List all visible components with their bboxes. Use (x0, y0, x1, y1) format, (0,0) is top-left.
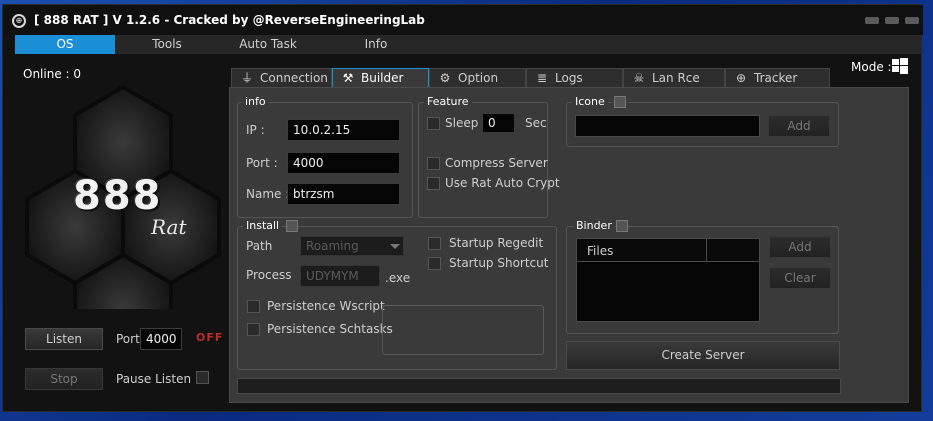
tab-option[interactable]: ⚙ Option (429, 68, 526, 88)
plug-icon: ⏚ (240, 71, 253, 85)
binder-group-title: Binder (573, 220, 615, 232)
exe-label: .exe (385, 271, 411, 285)
skull-icon: ☠ (633, 71, 645, 85)
binder-enable-checkbox[interactable] (616, 220, 628, 232)
server-port-label: Port : (246, 156, 278, 170)
pause-listen-checkbox[interactable] (196, 371, 209, 384)
name-label: Name : (246, 187, 290, 201)
database-icon: ≣ (536, 71, 548, 85)
startup-regedit-label: Startup Regedit (449, 236, 544, 250)
menu-tools[interactable]: Tools (115, 35, 219, 54)
window-title: [ 888 RAT ] V 1.2.6 - Cracked by @Revers… (34, 13, 425, 27)
tab-label: Builder (361, 71, 404, 85)
menu-info[interactable]: Info (331, 35, 421, 54)
install-enable-checkbox[interactable] (286, 220, 298, 232)
install-group-title: Install (243, 220, 283, 232)
menu-auto-task[interactable]: Auto Task (219, 35, 317, 54)
server-port-input[interactable]: 4000 (287, 152, 400, 174)
chevron-down-icon (390, 244, 400, 249)
startup-shortcut-label: Startup Shortcut (449, 256, 549, 270)
feature-group-title: Feature (424, 96, 472, 108)
name-input[interactable]: btrzsm (287, 183, 400, 205)
globe-icon: ⊕ (735, 71, 747, 85)
compress-server-label: Compress Server (445, 156, 548, 170)
process-label: Process (246, 268, 292, 282)
tab-connection[interactable]: ⏚ Connection (231, 68, 332, 88)
icone-enable-checkbox[interactable] (614, 96, 626, 108)
tab-label: Lan Rce (652, 71, 700, 85)
tab-logs[interactable]: ≣ Logs (526, 68, 623, 88)
auto-crypt-checkbox[interactable] (427, 177, 440, 190)
tools-icon: ⚒ (342, 71, 354, 85)
menu-os[interactable]: OS (15, 35, 115, 54)
startup-shortcut-checkbox[interactable] (428, 257, 441, 270)
stop-button[interactable]: Stop (25, 368, 103, 390)
builder-panel: info IP : 10.0.2.15 Port : 4000 Name : b… (229, 87, 909, 403)
path-label: Path (246, 239, 273, 253)
persistence-schtasks-checkbox[interactable] (247, 323, 260, 336)
tab-lan-rce[interactable]: ☠ Lan Rce (623, 68, 725, 88)
binder-file-list[interactable]: Files (576, 238, 760, 322)
icon-path-input[interactable] (575, 115, 760, 137)
binder-clear-button[interactable]: Clear (769, 267, 831, 289)
tab-label: Connection (260, 71, 328, 85)
persistence-schtasks-label: Persistence Schtasks (267, 322, 393, 336)
maximize-button[interactable] (885, 17, 899, 24)
tab-builder[interactable]: ⚒ Builder (332, 68, 429, 88)
menu-bar: OS Tools Auto Task Info (15, 35, 921, 54)
gear-icon: ⚙ (439, 71, 451, 85)
sleep-input[interactable]: 0 (482, 113, 515, 133)
online-count: Online : 0 (23, 67, 82, 81)
app-logo-icon: ⊕ (12, 14, 26, 28)
windows-logo-icon[interactable] (892, 58, 908, 74)
column-divider (706, 239, 707, 262)
logo-text: 888 (73, 173, 163, 219)
ip-label: IP : (246, 123, 265, 137)
listen-status: OFF (196, 331, 224, 344)
close-button[interactable] (905, 17, 919, 24)
listen-port-input[interactable]: 4000 (140, 328, 182, 350)
tab-tracker[interactable]: ⊕ Tracker (725, 68, 830, 88)
listen-button[interactable]: Listen (25, 328, 103, 350)
logo-subtitle: Rat (151, 215, 187, 239)
startup-regedit-checkbox[interactable] (428, 237, 441, 250)
compress-server-checkbox[interactable] (427, 157, 440, 170)
port-label: Port (116, 332, 140, 346)
auto-crypt-label: Use Rat Auto Crypt (445, 176, 560, 190)
create-server-button[interactable]: Create Server (566, 341, 840, 370)
app-window: ⊕ [ 888 RAT ] V 1.2.6 - Cracked by @Reve… (2, 4, 923, 412)
binder-add-button[interactable]: Add (769, 236, 831, 258)
process-input[interactable]: UDYMYM (300, 265, 380, 287)
tab-label: Tracker (754, 71, 798, 85)
pause-listen-label: Pause Listen (116, 372, 192, 386)
tab-label: Option (458, 71, 499, 85)
tab-label: Logs (555, 71, 583, 85)
icone-group-title: Icone (572, 96, 608, 108)
persistence-wscript-checkbox[interactable] (247, 300, 260, 313)
path-select[interactable]: Roaming (300, 236, 404, 256)
minimize-button[interactable] (865, 17, 879, 24)
sleep-label: Sleep (445, 116, 479, 130)
persistence-wscript-label: Persistence Wscript (267, 299, 385, 313)
sec-label: Sec (525, 116, 547, 130)
info-group-title: info (242, 96, 269, 108)
files-column-header: Files (587, 244, 614, 258)
icon-add-button[interactable]: Add (768, 115, 830, 137)
ip-input[interactable]: 10.0.2.15 (287, 119, 400, 141)
build-progress-bar (237, 378, 841, 394)
mode-label: Mode : (851, 60, 892, 74)
sleep-checkbox[interactable] (427, 117, 440, 130)
title-bar: ⊕ [ 888 RAT ] V 1.2.6 - Cracked by @Reve… (3, 5, 923, 35)
install-extra-box (382, 305, 544, 355)
